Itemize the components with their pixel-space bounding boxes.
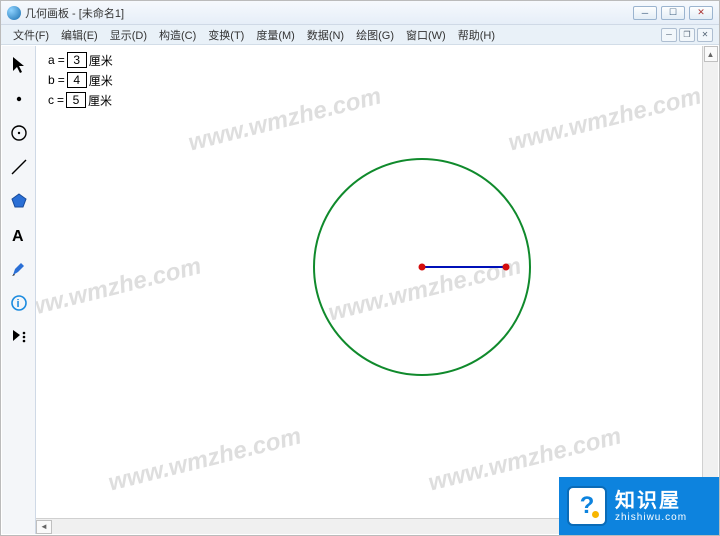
point-tool[interactable]: [6, 86, 32, 112]
toolbar: A i: [2, 46, 36, 534]
text-icon: A: [9, 225, 29, 245]
polygon-icon: [9, 191, 29, 211]
param-b[interactable]: b = 4 厘米: [48, 70, 113, 90]
badge-title: 知识屋: [615, 490, 687, 512]
badge-icon: ?: [567, 486, 607, 526]
watermark: www.wmzhe.com: [506, 82, 705, 157]
menubar: 文件(F) 编辑(E) 显示(D) 构造(C) 变换(T) 度量(M) 数据(N…: [1, 25, 719, 45]
circle-tool[interactable]: [6, 120, 32, 146]
param-unit: 厘米: [89, 72, 113, 89]
arrow-icon: [9, 55, 29, 75]
site-badge: ? 知识屋 zhishiwu.com: [559, 477, 719, 535]
param-unit: 厘米: [88, 92, 112, 109]
line-tool[interactable]: [6, 154, 32, 180]
parameters-panel: a = 3 厘米 b = 4 厘米 c = 5: [48, 50, 113, 110]
svg-text:i: i: [16, 298, 19, 310]
param-value[interactable]: 3: [67, 52, 87, 68]
menu-display[interactable]: 显示(D): [104, 25, 153, 45]
menu-transform[interactable]: 变换(T): [202, 25, 250, 45]
param-unit: 厘米: [89, 52, 113, 69]
param-value[interactable]: 4: [67, 72, 87, 88]
canvas[interactable]: www.wmzhe.com www.wmzhe.com www.wmzhe.co…: [36, 46, 718, 534]
watermark: www.wmzhe.com: [36, 252, 204, 327]
mdi-close-button[interactable]: ✕: [697, 28, 713, 42]
titlebar: 几何画板 - [未命名1] ─ ☐ ✕: [1, 1, 719, 25]
scroll-up-button[interactable]: ▲: [704, 46, 718, 62]
param-value[interactable]: 5: [66, 92, 86, 108]
param-c[interactable]: c = 5 厘米: [48, 90, 113, 110]
line-icon: [9, 157, 29, 177]
custom-tool-icon: [9, 327, 29, 347]
menu-construct[interactable]: 构造(C): [153, 25, 202, 45]
param-var: c: [48, 93, 54, 107]
mdi-restore-button[interactable]: ❐: [679, 28, 695, 42]
info-icon: i: [9, 293, 29, 313]
custom-tool[interactable]: [6, 324, 32, 350]
watermark: www.wmzhe.com: [106, 422, 305, 497]
minimize-button[interactable]: ─: [633, 6, 657, 20]
text-tool[interactable]: A: [6, 222, 32, 248]
geometry-point-a[interactable]: [419, 264, 426, 271]
vertical-scrollbar[interactable]: ▲ ▼: [702, 46, 718, 518]
param-a[interactable]: a = 3 厘米: [48, 50, 113, 70]
point-icon: [9, 89, 29, 109]
marker-tool[interactable]: [6, 256, 32, 282]
marker-icon: [9, 259, 29, 279]
menu-window[interactable]: 窗口(W): [400, 25, 452, 45]
app-icon: [7, 6, 21, 20]
geometry-point-b[interactable]: [503, 264, 510, 271]
menu-measure[interactable]: 度量(M): [250, 25, 301, 45]
mdi-minimize-button[interactable]: ─: [661, 28, 677, 42]
arrow-tool[interactable]: [6, 52, 32, 78]
geometry-segment[interactable]: [422, 266, 506, 268]
polygon-tool[interactable]: [6, 188, 32, 214]
scroll-left-button[interactable]: ◄: [36, 520, 52, 534]
maximize-button[interactable]: ☐: [661, 6, 685, 20]
window-title: 几何画板 - [未命名1]: [25, 5, 633, 21]
menu-edit[interactable]: 编辑(E): [55, 25, 104, 45]
info-tool[interactable]: i: [6, 290, 32, 316]
close-button[interactable]: ✕: [689, 6, 713, 20]
svg-text:A: A: [12, 228, 24, 245]
menu-graph[interactable]: 绘图(G): [350, 25, 400, 45]
watermark: www.wmzhe.com: [186, 82, 385, 157]
param-var: a: [48, 53, 55, 67]
param-var: b: [48, 73, 55, 87]
circle-icon: [9, 123, 29, 143]
menu-data[interactable]: 数据(N): [301, 25, 350, 45]
menu-file[interactable]: 文件(F): [7, 25, 55, 45]
badge-subtitle: zhishiwu.com: [615, 512, 687, 523]
menu-help[interactable]: 帮助(H): [452, 25, 501, 45]
